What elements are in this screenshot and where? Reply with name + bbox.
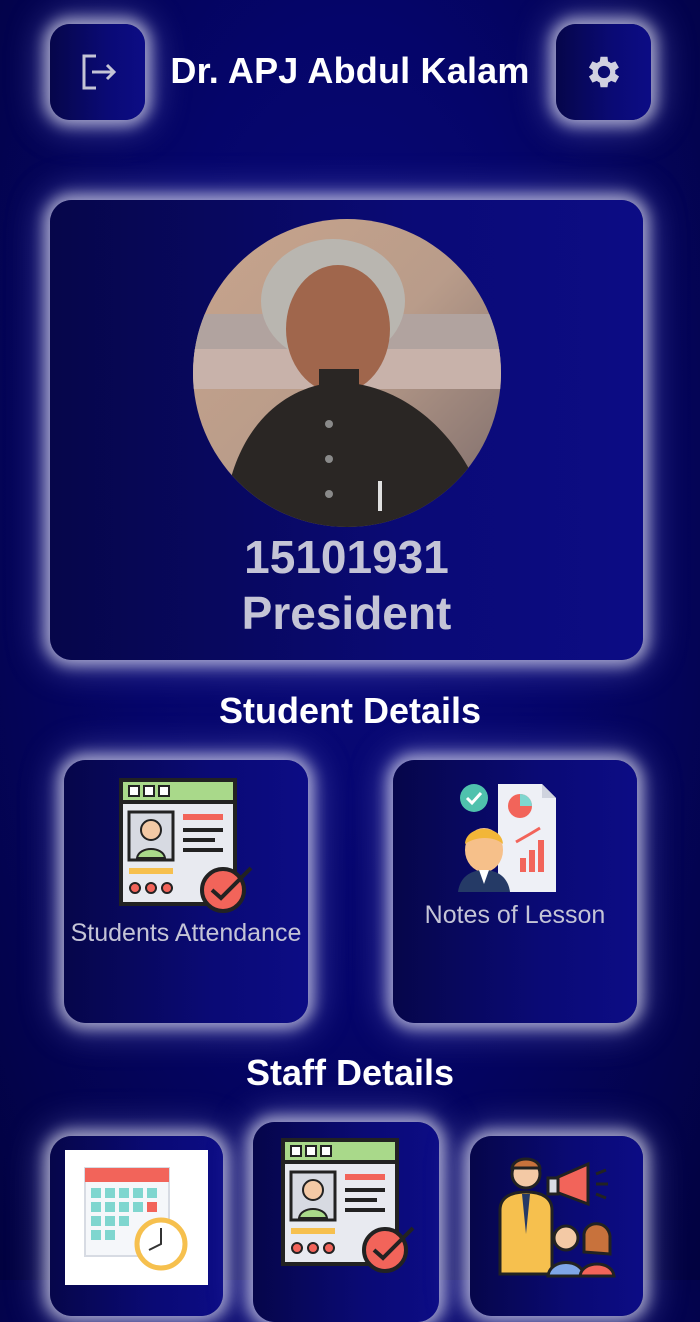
staff-attendance-tile[interactable] xyxy=(253,1122,439,1322)
student-details-title: Student Details xyxy=(218,690,482,731)
attendance-card-icon xyxy=(119,778,253,913)
students-attendance-label: Students Attendance xyxy=(70,919,302,947)
students-attendance-tile[interactable]: Students Attendance xyxy=(64,760,308,1023)
staff-announcement-icon xyxy=(498,1157,616,1278)
profile-id: 15101931 xyxy=(244,531,449,583)
staff-announcement-tile[interactable] xyxy=(470,1136,643,1316)
profile-photo xyxy=(193,219,501,527)
calendar-clock-icon xyxy=(84,1167,188,1271)
attendance-card-icon xyxy=(281,1138,415,1273)
gear-icon xyxy=(588,56,619,88)
staff-leave-tile[interactable] xyxy=(50,1136,223,1316)
notes-of-lesson-label: Notes of Lesson xyxy=(424,901,606,929)
staff-details-title: Staff Details xyxy=(245,1052,455,1093)
logout-icon xyxy=(82,54,116,90)
calendar-icon-frame xyxy=(65,1150,208,1285)
notes-of-lesson-tile[interactable]: Notes of Lesson xyxy=(393,760,637,1023)
logout-button[interactable] xyxy=(50,24,145,120)
settings-button[interactable] xyxy=(556,24,651,120)
app-title: Dr. APJ Abdul Kalam xyxy=(170,50,530,91)
profile-role: President xyxy=(241,587,452,639)
avatar xyxy=(193,219,501,527)
profile-card: 15101931 President xyxy=(50,200,643,660)
lesson-notes-icon xyxy=(458,784,556,892)
